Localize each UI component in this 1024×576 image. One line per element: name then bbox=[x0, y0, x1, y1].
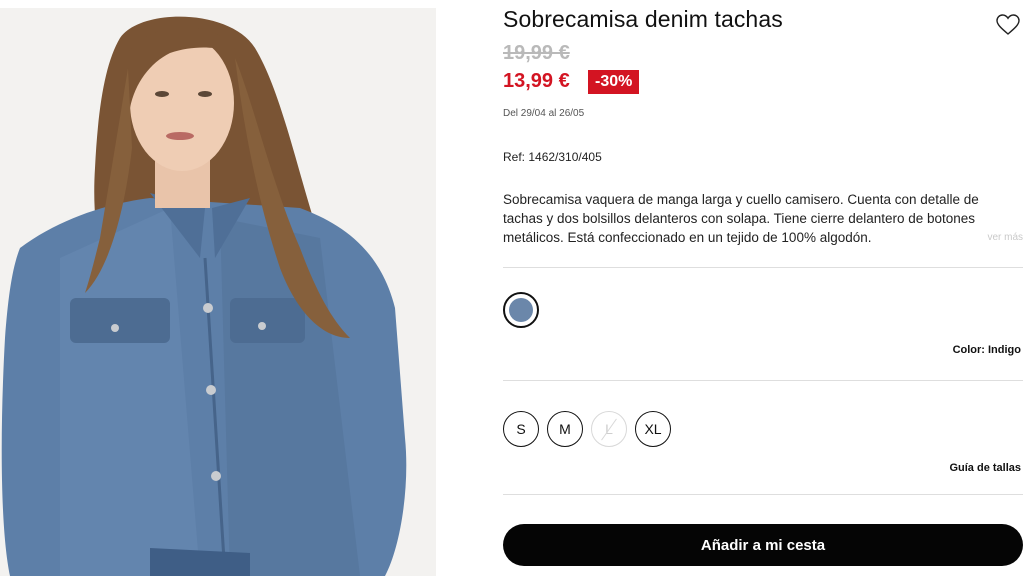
original-price: 19,99 € bbox=[503, 42, 570, 64]
size-option-s[interactable]: S bbox=[503, 411, 539, 447]
color-swatch-indigo[interactable] bbox=[503, 292, 539, 328]
size-option-m[interactable]: M bbox=[547, 411, 583, 447]
divider bbox=[503, 494, 1023, 495]
discount-badge: -30% bbox=[588, 70, 640, 94]
sale-price: 13,99 € bbox=[503, 70, 570, 92]
size-guide-link[interactable]: Guía de tallas bbox=[949, 462, 1021, 474]
size-option-xl[interactable]: XL bbox=[635, 411, 671, 447]
heart-icon[interactable] bbox=[995, 12, 1021, 38]
product-reference: Ref: 1462/310/405 bbox=[503, 150, 602, 164]
product-image[interactable] bbox=[0, 8, 436, 576]
product-info-panel: Sobrecamisa denim tachas 19,99 € 13,99 €… bbox=[503, 0, 1023, 576]
size-option-l-unavailable: L bbox=[591, 411, 627, 447]
selected-color-label: Color: Indigo bbox=[952, 344, 1021, 356]
color-swatch-fill bbox=[509, 298, 533, 322]
promo-dates: Del 29/04 al 26/05 bbox=[503, 108, 585, 119]
product-title: Sobrecamisa denim tachas bbox=[503, 6, 783, 32]
product-photo-illustration bbox=[0, 8, 436, 576]
size-selector: S M L XL bbox=[503, 411, 671, 447]
divider bbox=[503, 267, 1023, 268]
divider bbox=[503, 380, 1023, 381]
product-description: Sobrecamisa vaquera de manga larga y cue… bbox=[503, 192, 979, 245]
add-to-cart-button[interactable]: Añadir a mi cesta bbox=[503, 524, 1023, 566]
see-more-link[interactable]: ver más bbox=[987, 232, 1023, 243]
